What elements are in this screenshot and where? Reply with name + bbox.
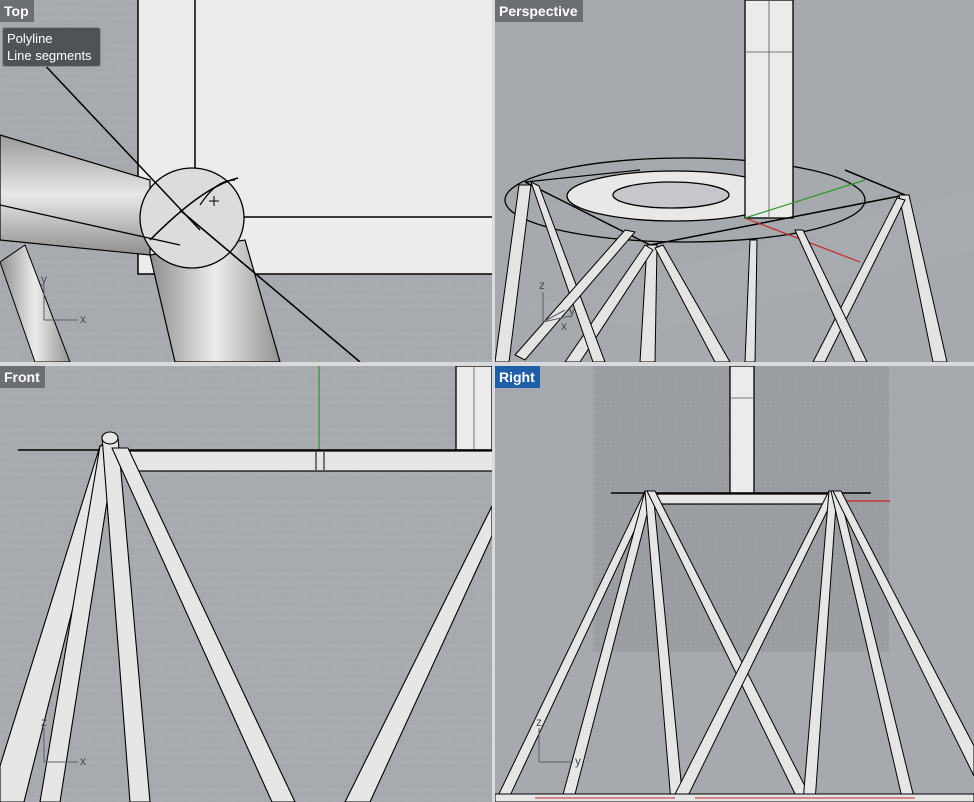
- command-tooltip: Polyline Line segments: [2, 27, 101, 67]
- viewport-tab-top[interactable]: Top: [0, 0, 34, 22]
- tooltip-line-1: Polyline: [7, 31, 53, 46]
- plate-inner-outline: [194, 0, 492, 218]
- viewport-tab-front[interactable]: Front: [0, 366, 45, 388]
- viewport-divider-horizontal[interactable]: [0, 362, 974, 366]
- axis-z-label: z: [41, 715, 47, 729]
- tooltip-line-2: Line segments: [7, 48, 92, 63]
- viewport-tab-right[interactable]: Right: [495, 366, 540, 388]
- axis-x-label: x: [80, 312, 86, 326]
- front-viewport-canvas[interactable]: x z: [0, 366, 492, 802]
- axis-y-label: y: [575, 754, 581, 768]
- axis-x-label: x: [80, 754, 86, 768]
- viewport-divider-vertical[interactable]: [492, 0, 495, 802]
- axis-x-label: x: [561, 319, 567, 333]
- axis-z-label: z: [539, 278, 545, 292]
- axis-y-label: y: [569, 304, 575, 318]
- tube-horizontal: [644, 493, 836, 505]
- ring-hole: [612, 181, 730, 209]
- viewport-tab-perspective[interactable]: Perspective: [495, 0, 583, 22]
- viewport-front[interactable]: x z Front: [0, 366, 492, 802]
- viewport-top[interactable]: x y Top Polyline Line segments: [0, 0, 492, 362]
- axis-z-label: z: [536, 715, 542, 729]
- perspective-viewport-canvas[interactable]: z x y: [495, 0, 974, 362]
- tube-horizontal: [104, 450, 492, 472]
- viewport-perspective[interactable]: z x y Perspective: [495, 0, 974, 362]
- central-post: [729, 366, 755, 495]
- axis-y-label: y: [41, 272, 47, 286]
- right-viewport-canvas[interactable]: y z: [495, 366, 974, 802]
- viewport-right[interactable]: y z Right: [495, 366, 974, 802]
